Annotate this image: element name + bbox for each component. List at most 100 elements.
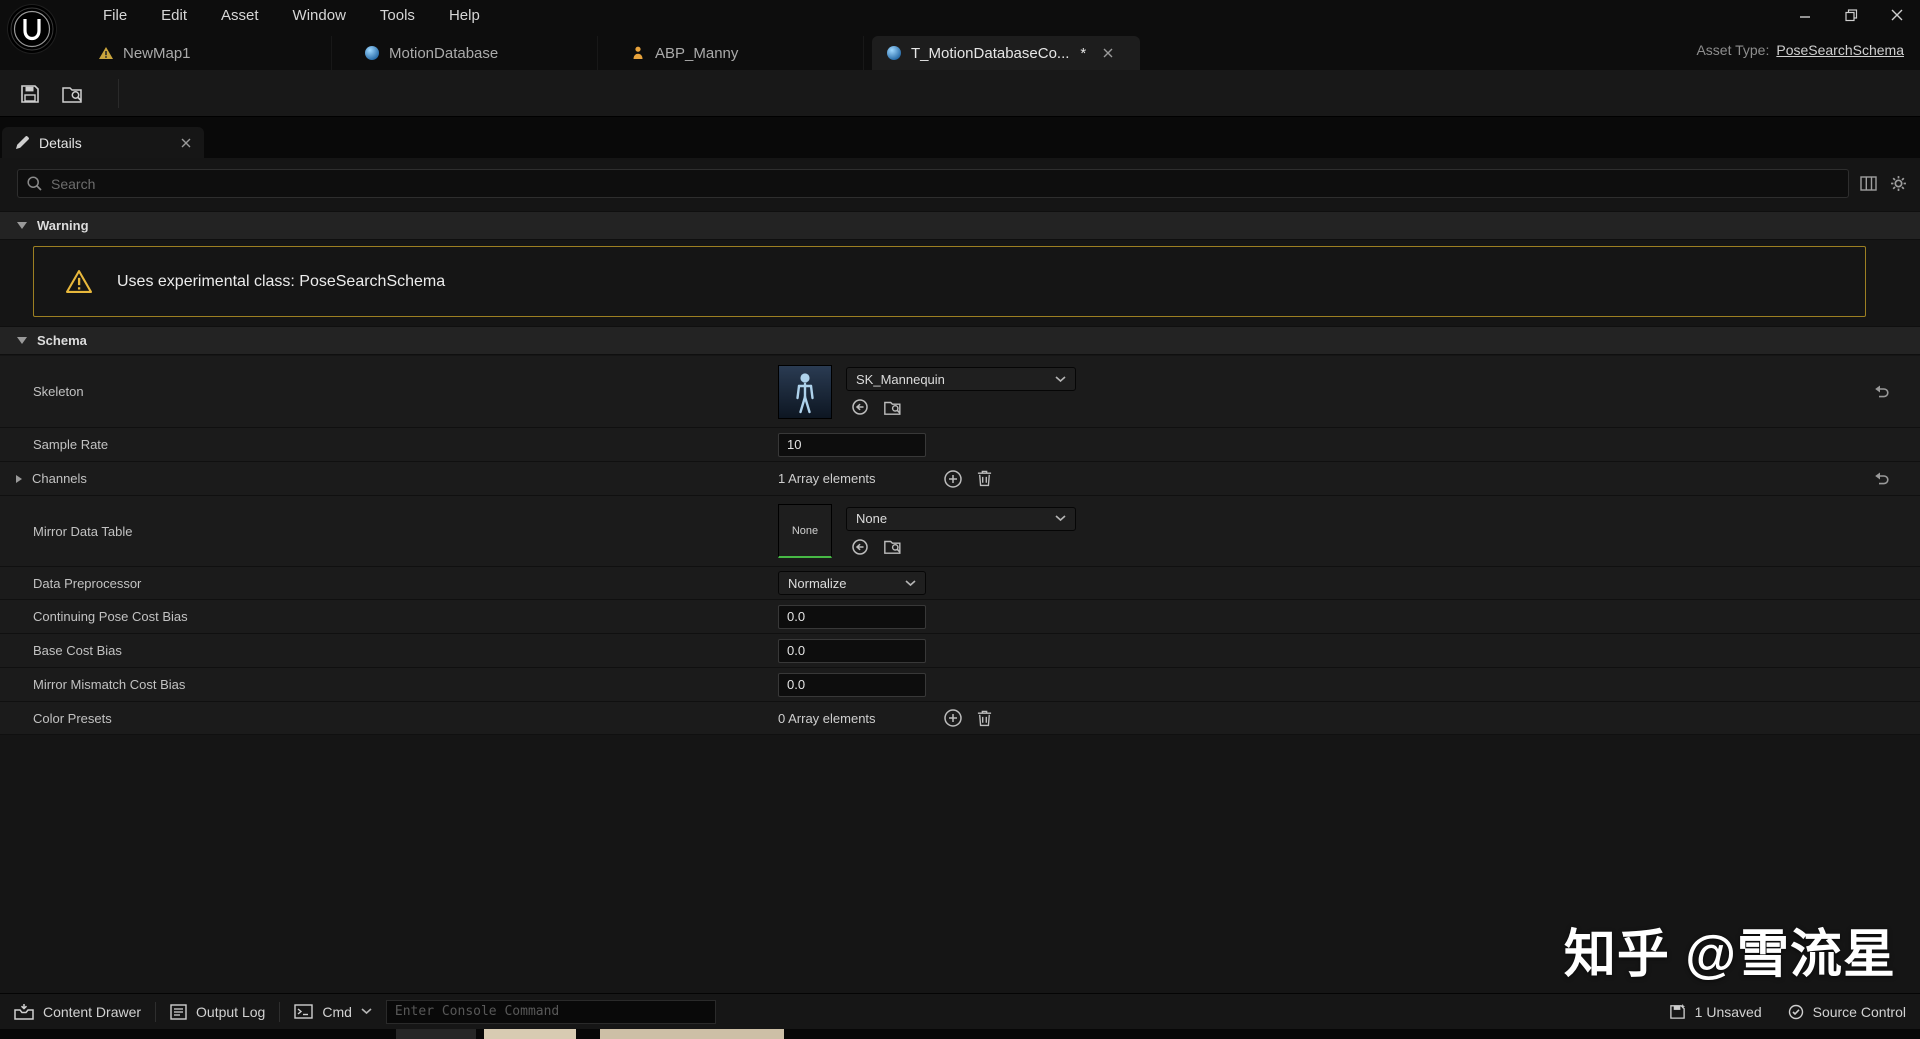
modified-indicator: * (1080, 44, 1087, 62)
delete-elements-icon[interactable] (977, 710, 992, 727)
chevron-down-icon (1055, 375, 1066, 383)
unsaved-save-icon (1669, 1003, 1686, 1020)
asset-type-label: Asset Type: (1696, 42, 1770, 58)
data-preprocessor-dropdown[interactable]: Normalize (778, 571, 926, 595)
delete-elements-icon[interactable] (977, 470, 992, 487)
window-controls (1782, 0, 1920, 30)
add-element-icon[interactable] (943, 469, 963, 489)
property-label: Mirror Mismatch Cost Bias (33, 677, 186, 692)
section-header-schema[interactable]: Schema (0, 326, 1920, 355)
reset-to-default-icon[interactable] (1872, 384, 1890, 400)
row-mirror-mismatch-cost-bias: Mirror Mismatch Cost Bias (0, 668, 1920, 702)
tab-abp-manny[interactable]: ABP_Manny (616, 36, 864, 70)
row-continuing-pose-cost-bias: Continuing Pose Cost Bias (0, 600, 1920, 634)
property-label: Channels (32, 471, 87, 486)
mirror-table-thumbnail[interactable]: None (778, 504, 832, 558)
mirror-table-dropdown-value: None (856, 511, 888, 526)
browse-asset-icon[interactable] (884, 399, 904, 416)
close-button[interactable] (1874, 0, 1920, 30)
unsaved-label: 1 Unsaved (1694, 1003, 1762, 1020)
content-drawer-button[interactable]: Content Drawer (14, 1003, 141, 1020)
cmd-terminal-icon (294, 1004, 314, 1019)
cmd-dropdown-button[interactable]: Cmd (294, 1004, 372, 1020)
peek-tile (484, 1029, 576, 1039)
source-control-icon (1788, 1004, 1804, 1020)
details-close-icon[interactable] (181, 138, 191, 148)
chevron-down-icon (361, 1008, 372, 1015)
tab-label: MotionDatabase (389, 44, 499, 62)
minimize-button[interactable] (1782, 0, 1828, 30)
menu-file[interactable]: File (86, 7, 144, 24)
output-log-icon (170, 1003, 187, 1020)
property-rows: Skeleton SK_Mannequin Sample Rate 10 Cha… (0, 356, 1920, 735)
peek-tile (396, 1029, 476, 1039)
pose-search-schema-icon (886, 45, 902, 61)
sample-rate-input[interactable] (778, 432, 926, 457)
console-command-input[interactable] (385, 999, 716, 1024)
property-label: Data Preprocessor (33, 575, 142, 591)
mirror-mismatch-cost-bias-input[interactable] (778, 672, 926, 697)
details-pencil-icon (15, 135, 30, 150)
tab-close-icon[interactable] (1103, 48, 1113, 58)
mirror-table-dropdown[interactable]: None (846, 506, 1076, 531)
search-icon (27, 176, 42, 191)
section-header-warning[interactable]: Warning (0, 211, 1920, 240)
menu-help[interactable]: Help (432, 7, 497, 24)
property-label: Continuing Pose Cost Bias (33, 609, 188, 624)
menu-tools[interactable]: Tools (363, 7, 432, 24)
unsaved-button[interactable]: 1 Unsaved (1669, 1003, 1762, 1020)
expander-arrow-icon[interactable] (15, 474, 23, 484)
chevron-down-icon (1055, 515, 1066, 522)
row-sample-rate: Sample Rate (0, 428, 1920, 462)
base-cost-bias-input[interactable] (778, 638, 926, 663)
menu-window[interactable]: Window (276, 7, 363, 24)
tab-details[interactable]: Details (2, 127, 204, 158)
thumbnail-none-text: None (791, 524, 819, 537)
content-drawer-icon (14, 1003, 34, 1020)
skeleton-dropdown[interactable]: SK_Mannequin (846, 367, 1076, 391)
property-label: Skeleton (33, 384, 84, 399)
tab-label: ABP_Manny (655, 44, 739, 62)
browse-to-asset-button[interactable] (56, 77, 92, 111)
use-selected-asset-icon[interactable] (851, 398, 869, 416)
browse-asset-icon[interactable] (884, 538, 904, 555)
tab-motiondatabase[interactable]: MotionDatabase (350, 36, 598, 70)
menu-asset[interactable]: Asset (204, 7, 276, 24)
property-label: Mirror Data Table (33, 523, 133, 539)
asset-tab-bar: NewMap1 MotionDatabase ABP_Manny T_Motio… (0, 30, 1920, 70)
content-drawer-peek (0, 1029, 1920, 1039)
motion-database-icon (364, 45, 380, 61)
collapse-arrow-icon (17, 222, 27, 229)
tab-motiondatabase-config[interactable]: T_MotionDatabaseCo... * (872, 36, 1140, 70)
peek-tile (600, 1029, 784, 1039)
reset-to-default-icon[interactable] (1872, 471, 1890, 487)
skeleton-thumbnail[interactable] (778, 364, 832, 419)
asset-type-link[interactable]: PoseSearchSchema (1776, 42, 1904, 58)
row-data-preprocessor: Data Preprocessor Normalize (0, 567, 1920, 600)
property-label: Base Cost Bias (33, 643, 122, 658)
cmd-label: Cmd (322, 1003, 352, 1020)
search-input[interactable] (51, 175, 1839, 192)
use-selected-asset-icon[interactable] (851, 538, 869, 556)
menu-edit[interactable]: Edit (144, 7, 204, 24)
save-button[interactable] (12, 77, 48, 111)
details-panel: Warning Uses experimental class: PoseSea… (0, 158, 1920, 993)
warning-triangle-icon (65, 269, 93, 294)
output-log-button[interactable]: Output Log (170, 1004, 265, 1020)
settings-gear-icon[interactable] (1890, 175, 1907, 192)
content-drawer-label: Content Drawer (43, 1003, 142, 1020)
tab-newmap1[interactable]: NewMap1 (84, 36, 332, 70)
source-control-button[interactable]: Source Control (1788, 1004, 1906, 1020)
search-bar (17, 169, 1849, 198)
tab-label: T_MotionDatabaseCo... (911, 44, 1070, 62)
details-tab-label: Details (39, 134, 82, 151)
chevron-down-icon (905, 579, 916, 587)
tab-label: NewMap1 (123, 44, 191, 62)
panel-tab-strip: Details (0, 117, 1920, 158)
restore-button[interactable] (1828, 0, 1874, 30)
skeleton-dropdown-value: SK_Mannequin (856, 371, 945, 387)
continuing-pose-cost-bias-input[interactable] (778, 604, 926, 629)
add-element-icon[interactable] (943, 708, 963, 728)
row-mirror-data-table: Mirror Data Table None None (0, 496, 1920, 567)
display-filter-icon[interactable] (1860, 176, 1877, 191)
